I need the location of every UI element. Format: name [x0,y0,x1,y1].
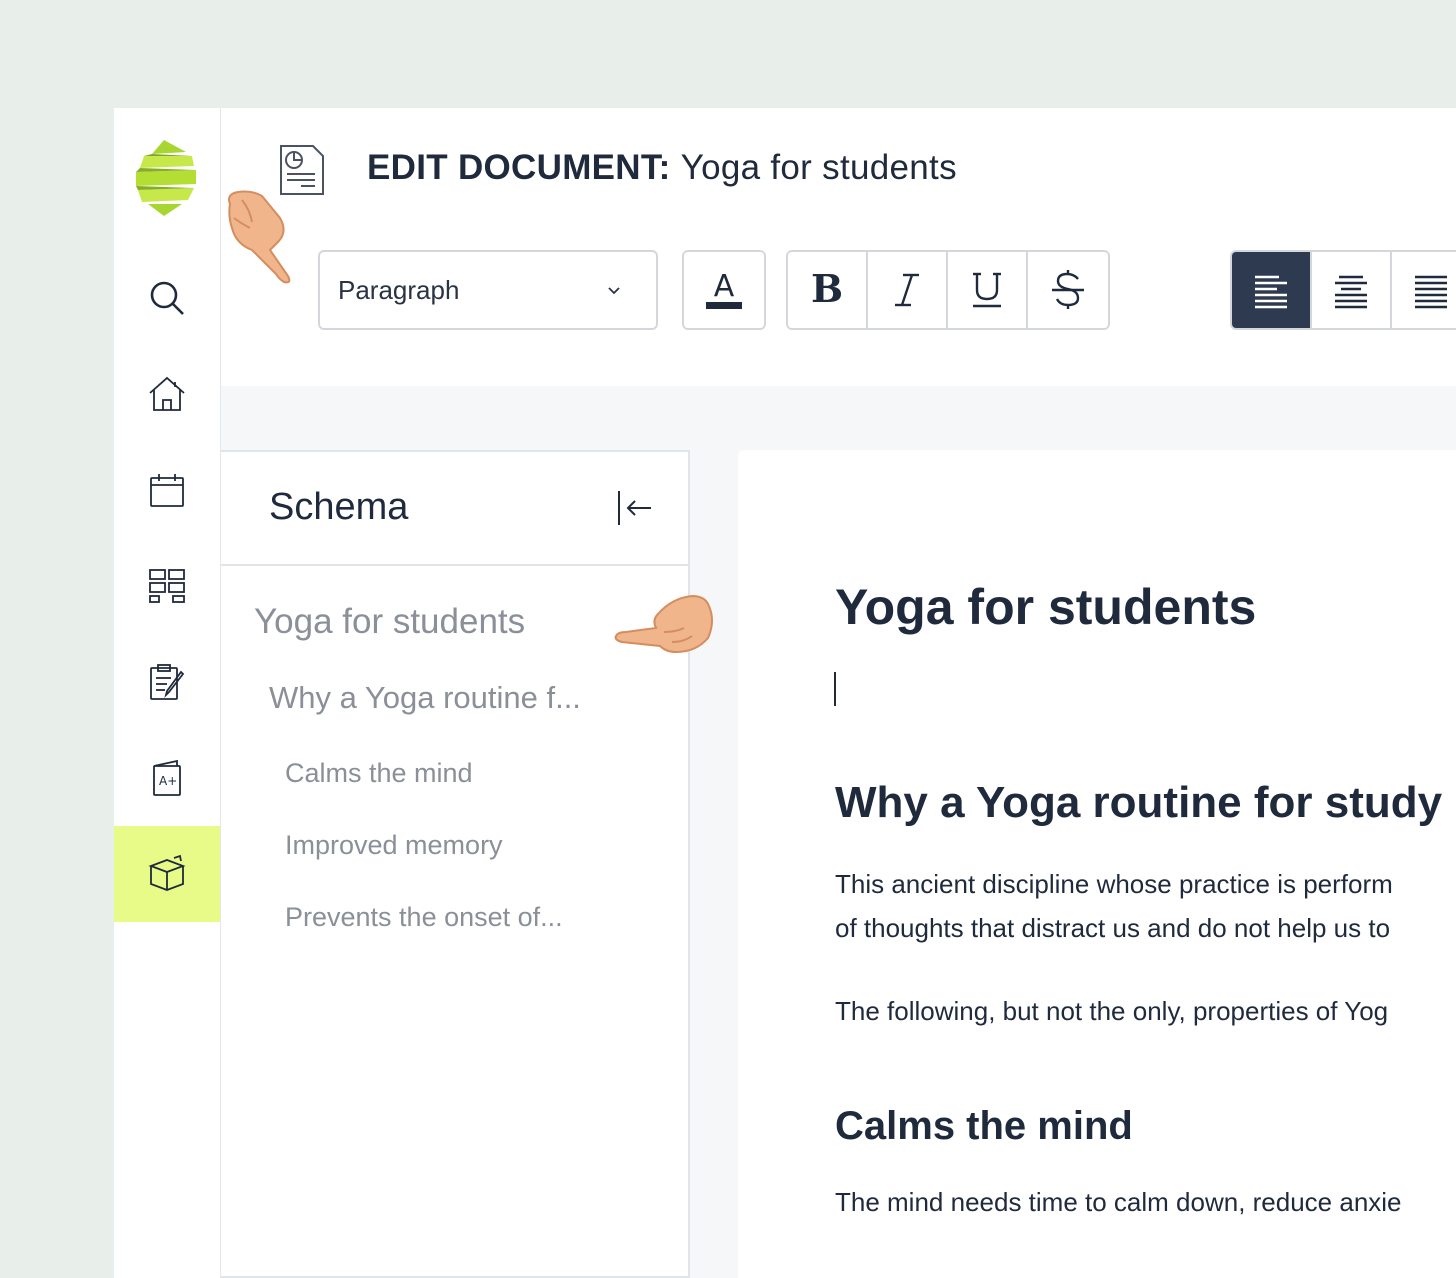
schema-panel: Schema Yoga for students Why a Yoga rout… [221,450,690,1278]
nav-rail: A+ [114,108,221,1278]
chevron-down-icon [608,287,620,295]
formatting-group: B [786,250,1110,330]
page-title: EDIT DOCUMENT: Yoga for students [367,148,957,188]
align-justify-button[interactable] [1392,252,1456,328]
bold-icon: B [811,268,843,311]
svg-text:A+: A+ [159,774,177,788]
document-paragraph[interactable]: This ancient discipline whose practice i… [835,862,1393,906]
align-center-icon [1335,275,1367,309]
text-color-icon: A [706,269,742,309]
outline-item[interactable]: Calms the mind [285,758,473,789]
home-icon [149,376,185,411]
align-left-button[interactable] [1232,252,1312,328]
pointing-hand-down-icon [228,190,291,284]
align-justify-icon [1415,275,1447,309]
svg-text:B: B [811,268,843,311]
nav-notes[interactable] [114,634,220,730]
nav-calendar[interactable] [114,442,220,538]
document-name: Yoga for students [680,148,957,187]
block-format-value: Paragraph [338,274,460,305]
underline-icon [973,272,1001,308]
document-heading-2[interactable]: Why a Yoga routine for study [835,778,1442,828]
grade-book-icon: A+ [153,759,181,796]
outline-item[interactable]: Improved memory [285,830,503,861]
app-logo-icon[interactable] [134,138,198,218]
text-caret [834,672,836,706]
nav-dashboard[interactable] [114,538,220,634]
document-editor[interactable]: Yoga for students Why a Yoga routine for… [738,450,1456,1278]
underline-button[interactable] [948,252,1028,328]
calendar-icon [150,474,184,507]
outline-item[interactable]: Yoga for students [254,602,525,642]
nav-courses[interactable] [114,826,220,922]
document-heading-3[interactable]: Calms the mind [835,1104,1133,1149]
nav-search[interactable] [114,250,220,346]
title-label: EDIT DOCUMENT: [367,148,671,187]
bold-button[interactable]: B [788,252,868,328]
dashboard-icon [149,569,185,603]
document-heading-1[interactable]: Yoga for students [835,578,1256,636]
clipboard-edit-icon [150,664,185,700]
schema-title: Schema [269,486,409,528]
nav-grades[interactable]: A+ [114,730,220,826]
outline-item[interactable]: Why a Yoga routine f... [269,680,581,716]
align-left-icon [1255,275,1287,309]
block-format-select[interactable]: Paragraph [318,250,658,330]
pointing-hand-left-icon [614,594,713,654]
editor-header: EDIT DOCUMENT: Yoga for students Paragrap… [221,108,1456,386]
svg-text:A: A [714,269,735,304]
italic-icon [895,273,919,307]
strikethrough-button[interactable] [1028,252,1108,328]
schema-header: Schema [221,452,688,566]
search-icon [150,281,184,315]
alignment-group [1230,250,1456,330]
strikethrough-icon [1052,270,1084,309]
outline-item[interactable]: Prevents the onset of... [285,902,563,933]
text-color-group: A [682,250,766,330]
collapse-panel-icon[interactable] [615,488,655,528]
italic-button[interactable] [868,252,948,328]
app-window: A+ EDIT DOCUMENT: Yoga for students Parag… [114,108,1456,1278]
document-paragraph[interactable]: The following, but not the only, propert… [835,989,1388,1033]
text-color-button[interactable]: A [684,252,764,328]
open-book-box-icon [148,854,186,891]
document-paragraph[interactable]: The mind needs time to calm down, reduce… [835,1180,1402,1224]
align-center-button[interactable] [1312,252,1392,328]
document-paragraph[interactable]: of thoughts that distract us and do not … [835,906,1390,950]
nav-home[interactable] [114,346,220,442]
